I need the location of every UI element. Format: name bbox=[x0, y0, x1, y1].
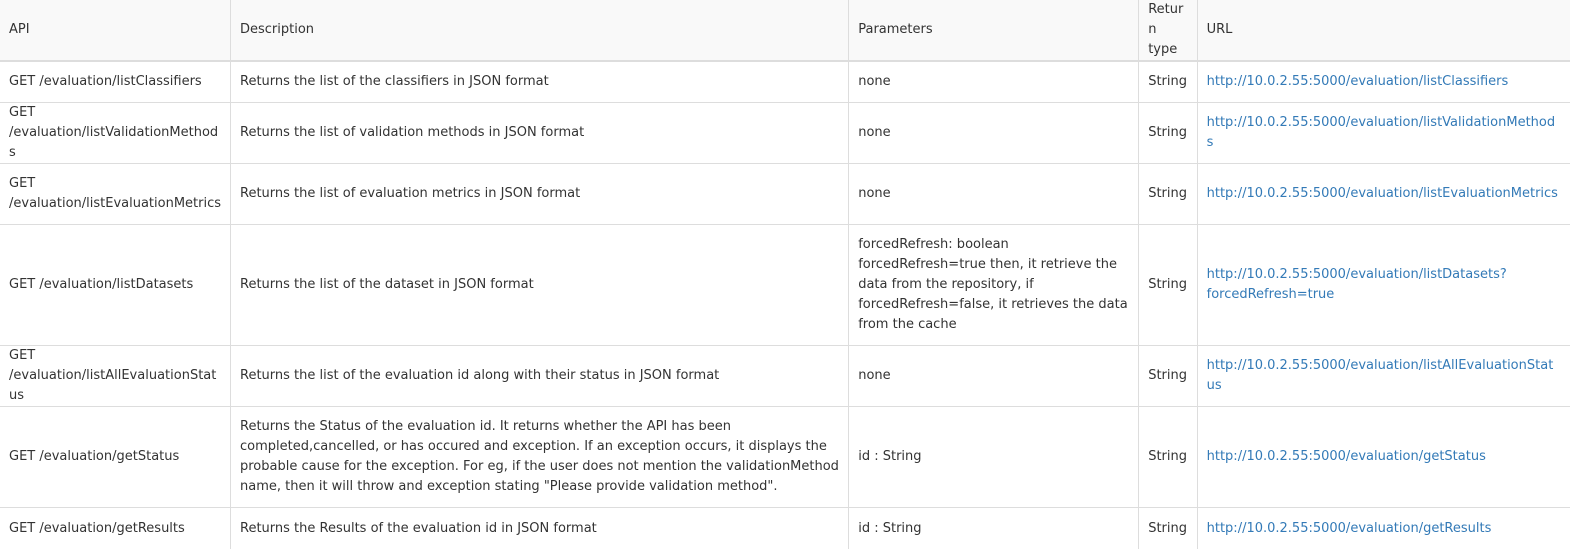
cell-url: http://10.0.2.55:5000/evaluation/listVal… bbox=[1197, 103, 1570, 164]
cell-parameters: none bbox=[849, 103, 1139, 164]
table-header: API Description Parameters Return type U… bbox=[0, 0, 1570, 61]
cell-parameters: none bbox=[849, 61, 1139, 103]
table-row: GET /evaluation/listValidationMethods Re… bbox=[0, 103, 1570, 164]
cell-url: http://10.0.2.55:5000/evaluation/listEva… bbox=[1197, 164, 1570, 225]
table-row: GET /evaluation/getResults Returns the R… bbox=[0, 508, 1570, 549]
cell-description: Returns the Status of the evaluation id.… bbox=[231, 407, 849, 508]
cell-return-type: String bbox=[1139, 508, 1197, 549]
cell-parameters: none bbox=[849, 346, 1139, 407]
url-link[interactable]: http://10.0.2.55:5000/evaluation/listDat… bbox=[1207, 267, 1507, 302]
cell-api: GET /evaluation/listClassifiers bbox=[0, 61, 231, 103]
api-table: API Description Parameters Return type U… bbox=[0, 0, 1570, 549]
cell-description: Returns the list of the dataset in JSON … bbox=[231, 225, 849, 346]
table-body: GET /evaluation/listClassifiers Returns … bbox=[0, 61, 1570, 549]
url-link[interactable]: http://10.0.2.55:5000/evaluation/getResu… bbox=[1207, 521, 1492, 536]
cell-parameters: none bbox=[849, 164, 1139, 225]
cell-return-type: String bbox=[1139, 225, 1197, 346]
header-description: Description bbox=[231, 0, 849, 61]
cell-api: GET /evaluation/listDatasets bbox=[0, 225, 231, 346]
cell-return-type: String bbox=[1139, 346, 1197, 407]
table-row: GET /evaluation/getStatus Returns the St… bbox=[0, 407, 1570, 508]
cell-api: GET /evaluation/getResults bbox=[0, 508, 231, 549]
table-row: GET /evaluation/listEvaluationMetrics Re… bbox=[0, 164, 1570, 225]
cell-api: GET /evaluation/listEvaluationMetrics bbox=[0, 164, 231, 225]
url-link[interactable]: http://10.0.2.55:5000/evaluation/listVal… bbox=[1207, 115, 1556, 150]
url-link[interactable]: http://10.0.2.55:5000/evaluation/getStat… bbox=[1207, 449, 1486, 464]
url-link[interactable]: http://10.0.2.55:5000/evaluation/listAll… bbox=[1207, 358, 1554, 393]
cell-api: GET /evaluation/listAllEvaluationStatus bbox=[0, 346, 231, 407]
cell-description: Returns the list of the classifiers in J… bbox=[231, 61, 849, 103]
cell-description: Returns the list of validation methods i… bbox=[231, 103, 849, 164]
cell-return-type: String bbox=[1139, 164, 1197, 225]
table-row: GET /evaluation/listDatasets Returns the… bbox=[0, 225, 1570, 346]
cell-url: http://10.0.2.55:5000/evaluation/getStat… bbox=[1197, 407, 1570, 508]
cell-url: http://10.0.2.55:5000/evaluation/getResu… bbox=[1197, 508, 1570, 549]
cell-api: GET /evaluation/listValidationMethods bbox=[0, 103, 231, 164]
cell-description: Returns the Results of the evaluation id… bbox=[231, 508, 849, 549]
cell-url: http://10.0.2.55:5000/evaluation/listCla… bbox=[1197, 61, 1570, 103]
cell-parameters: id : String bbox=[849, 407, 1139, 508]
cell-return-type: String bbox=[1139, 61, 1197, 103]
header-row: API Description Parameters Return type U… bbox=[0, 0, 1570, 61]
cell-description: Returns the list of evaluation metrics i… bbox=[231, 164, 849, 225]
cell-parameters: forcedRefresh: boolean forcedRefresh=tru… bbox=[849, 225, 1139, 346]
cell-url: http://10.0.2.55:5000/evaluation/listDat… bbox=[1197, 225, 1570, 346]
header-url: URL bbox=[1197, 0, 1570, 61]
cell-url: http://10.0.2.55:5000/evaluation/listAll… bbox=[1197, 346, 1570, 407]
header-parameters: Parameters bbox=[849, 0, 1139, 61]
header-api: API bbox=[0, 0, 231, 61]
url-link[interactable]: http://10.0.2.55:5000/evaluation/listCla… bbox=[1207, 74, 1509, 89]
url-link[interactable]: http://10.0.2.55:5000/evaluation/listEva… bbox=[1207, 186, 1558, 201]
table-row: GET /evaluation/listClassifiers Returns … bbox=[0, 61, 1570, 103]
cell-api: GET /evaluation/getStatus bbox=[0, 407, 231, 508]
cell-return-type: String bbox=[1139, 407, 1197, 508]
table-row: GET /evaluation/listAllEvaluationStatus … bbox=[0, 346, 1570, 407]
header-return-type: Return type bbox=[1139, 0, 1197, 61]
cell-parameters: id : String bbox=[849, 508, 1139, 549]
cell-return-type: String bbox=[1139, 103, 1197, 164]
cell-description: Returns the list of the evaluation id al… bbox=[231, 346, 849, 407]
